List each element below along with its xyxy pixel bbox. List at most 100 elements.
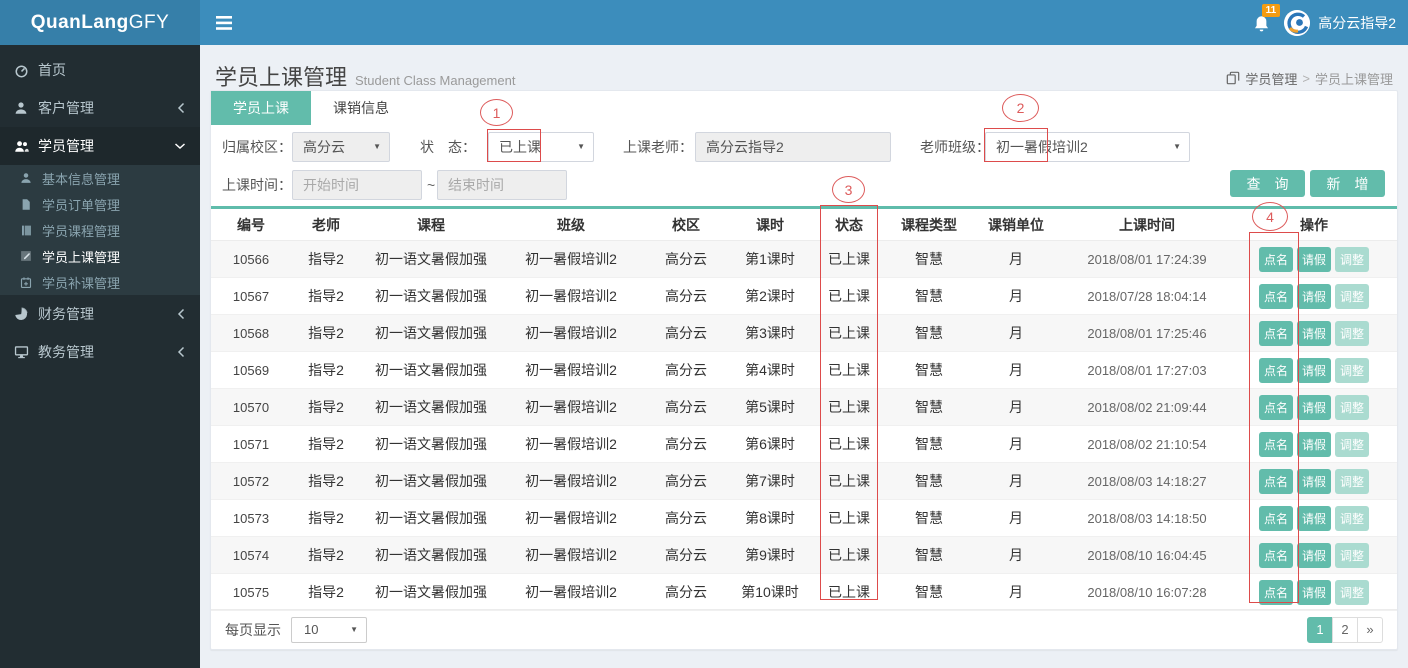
cell-time: 2018/08/02 21:09:44: [1063, 388, 1231, 426]
rollcall-button[interactable]: 点名: [1259, 468, 1293, 494]
cell-lesson: 第4课时: [731, 351, 809, 389]
leave-button[interactable]: 请假: [1297, 283, 1331, 309]
sidebar-item-home[interactable]: 首页: [0, 51, 200, 89]
cell-lesson: 第1课时: [731, 240, 809, 278]
sidebar-item-class-mgmt[interactable]: 学员上课管理: [0, 243, 200, 269]
rollcall-button[interactable]: 点名: [1259, 283, 1293, 309]
cell-status: 已上课: [809, 388, 889, 426]
file-icon: [20, 198, 42, 211]
leave-button[interactable]: 请假: [1297, 468, 1331, 494]
adjust-button[interactable]: 调整: [1335, 246, 1369, 272]
rollcall-button[interactable]: 点名: [1259, 505, 1293, 531]
tab-course-sales[interactable]: 课销信息: [311, 91, 411, 125]
adjust-button[interactable]: 调整: [1335, 468, 1369, 494]
page-button-2[interactable]: 2: [1332, 617, 1358, 643]
cell-lesson: 第8课时: [731, 499, 809, 537]
cell-status: 已上课: [809, 314, 889, 352]
cell-class: 初一暑假培训2: [501, 314, 641, 352]
cell-lesson: 第7课时: [731, 462, 809, 500]
user-menu[interactable]: 高分云指导2: [1284, 9, 1396, 36]
content: 学员上课管理 Student Class Management 学员管理 > 学…: [200, 45, 1408, 668]
sidebar-item-students[interactable]: 学员管理: [0, 127, 200, 165]
table-row: 10570 指导2 初一语文暑假加强 初一暑假培训2 高分云 第5课时 已上课 智慧月 2018…: [211, 388, 1397, 426]
cell-class: 初一暑假培训2: [501, 277, 641, 315]
status-select[interactable]: 已上课 ▼: [488, 132, 594, 162]
cell-course: 初一语文暑假加强: [361, 573, 501, 611]
adjust-button[interactable]: 调整: [1335, 542, 1369, 568]
rollcall-button[interactable]: 点名: [1259, 246, 1293, 272]
cell-class: 初一暑假培训2: [501, 536, 641, 574]
leave-button[interactable]: 请假: [1297, 431, 1331, 457]
leave-button[interactable]: 请假: [1297, 542, 1331, 568]
cell-unit: 月: [969, 462, 1063, 500]
tab-student-class[interactable]: 学员上课: [211, 91, 311, 125]
rollcall-button[interactable]: 点名: [1259, 542, 1293, 568]
cell-lesson: 第9课时: [731, 536, 809, 574]
cell-teacher: 指导2: [291, 425, 361, 463]
start-time-input[interactable]: [292, 170, 422, 200]
sidebar-toggle-icon[interactable]: [200, 15, 248, 30]
sidebar-item-courses[interactable]: 学员课程管理: [0, 217, 200, 243]
notifications-button[interactable]: 11: [1253, 4, 1281, 34]
page-button-1[interactable]: 1: [1307, 617, 1333, 643]
teacher-label: 上课老师：: [623, 139, 693, 155]
leave-button[interactable]: 请假: [1297, 246, 1331, 272]
sidebar-item-basic-info[interactable]: 基本信息管理: [0, 165, 200, 191]
leave-button[interactable]: 请假: [1297, 320, 1331, 346]
bell-icon: [1255, 16, 1269, 32]
leave-button[interactable]: 请假: [1297, 357, 1331, 383]
cell-status: 已上课: [809, 425, 889, 463]
sidebar-menu: 首页 客户管理 学员管理 基本信息管理 学员订单管理 学员课程管理 学员上课管理…: [0, 45, 200, 371]
leave-button[interactable]: 请假: [1297, 505, 1331, 531]
cell-class: 初一暑假培训2: [501, 462, 641, 500]
cell-class: 初一暑假培训2: [501, 351, 641, 389]
brand-name-light: GFY: [128, 11, 170, 33]
cell-unit: 月: [969, 388, 1063, 426]
sidebar-item-academic[interactable]: 教务管理: [0, 333, 200, 371]
brand-logo[interactable]: QuanLang GFY: [0, 0, 200, 45]
header-lesson: 课时: [731, 207, 809, 241]
adjust-button[interactable]: 调整: [1335, 320, 1369, 346]
campus-select[interactable]: 高分云 ▼: [292, 132, 390, 162]
search-button[interactable]: 查 询: [1230, 170, 1305, 197]
rollcall-button[interactable]: 点名: [1259, 394, 1293, 420]
page-button-next[interactable]: »: [1357, 617, 1383, 643]
sidebar-item-finance[interactable]: 财务管理: [0, 295, 200, 333]
adjust-button[interactable]: 调整: [1335, 283, 1369, 309]
cell-type: 智慧: [889, 351, 969, 389]
rollcall-button[interactable]: 点名: [1259, 320, 1293, 346]
adjust-button[interactable]: 调整: [1335, 579, 1369, 605]
cell-id: 10574: [211, 536, 291, 574]
table-row: 10571 指导2 初一语文暑假加强 初一暑假培训2 高分云 第6课时 已上课 智慧月 2018…: [211, 425, 1397, 463]
dashboard-icon: [14, 63, 38, 78]
sidebar-item-customers[interactable]: 客户管理: [0, 89, 200, 127]
rollcall-button[interactable]: 点名: [1259, 431, 1293, 457]
adjust-button[interactable]: 调整: [1335, 394, 1369, 420]
rollcall-button[interactable]: 点名: [1259, 579, 1293, 605]
sidebar-item-makeup[interactable]: 学员补课管理: [0, 269, 200, 295]
leave-button[interactable]: 请假: [1297, 394, 1331, 420]
tab-bar: 学员上课 课销信息: [211, 91, 1397, 125]
sidebar: QuanLang GFY 首页 客户管理 学员管理 基本信息管理 学员订单管理 …: [0, 0, 200, 668]
class-select[interactable]: 初一暑假培训2 ▼: [985, 132, 1190, 162]
cell-teacher: 指导2: [291, 388, 361, 426]
cell-lesson: 第2课时: [731, 277, 809, 315]
cell-status: 已上课: [809, 499, 889, 537]
rollcall-button[interactable]: 点名: [1259, 357, 1293, 383]
per-page-select[interactable]: 10 ▼: [291, 617, 367, 643]
cell-time: 2018/08/01 17:27:03: [1063, 351, 1231, 389]
table-row: 10574 指导2 初一语文暑假加强 初一暑假培训2 高分云 第9课时 已上课 智慧月 2018…: [211, 536, 1397, 574]
adjust-button[interactable]: 调整: [1335, 505, 1369, 531]
end-time-input[interactable]: [437, 170, 567, 200]
chevron-left-icon: [176, 346, 186, 358]
page: QuanLang GFY 首页 客户管理 学员管理 基本信息管理 学员订单管理 …: [0, 0, 1408, 668]
cell-teacher: 指导2: [291, 277, 361, 315]
leave-button[interactable]: 请假: [1297, 579, 1331, 605]
breadcrumb-parent[interactable]: 学员管理: [1245, 69, 1297, 88]
adjust-button[interactable]: 调整: [1335, 357, 1369, 383]
adjust-button[interactable]: 调整: [1335, 431, 1369, 457]
teacher-input[interactable]: [695, 132, 891, 162]
table-row: 10568 指导2 初一语文暑假加强 初一暑假培训2 高分云 第3课时 已上课 智慧月 2018…: [211, 314, 1397, 352]
sidebar-item-orders[interactable]: 学员订单管理: [0, 191, 200, 217]
add-button[interactable]: 新 增: [1310, 170, 1385, 197]
